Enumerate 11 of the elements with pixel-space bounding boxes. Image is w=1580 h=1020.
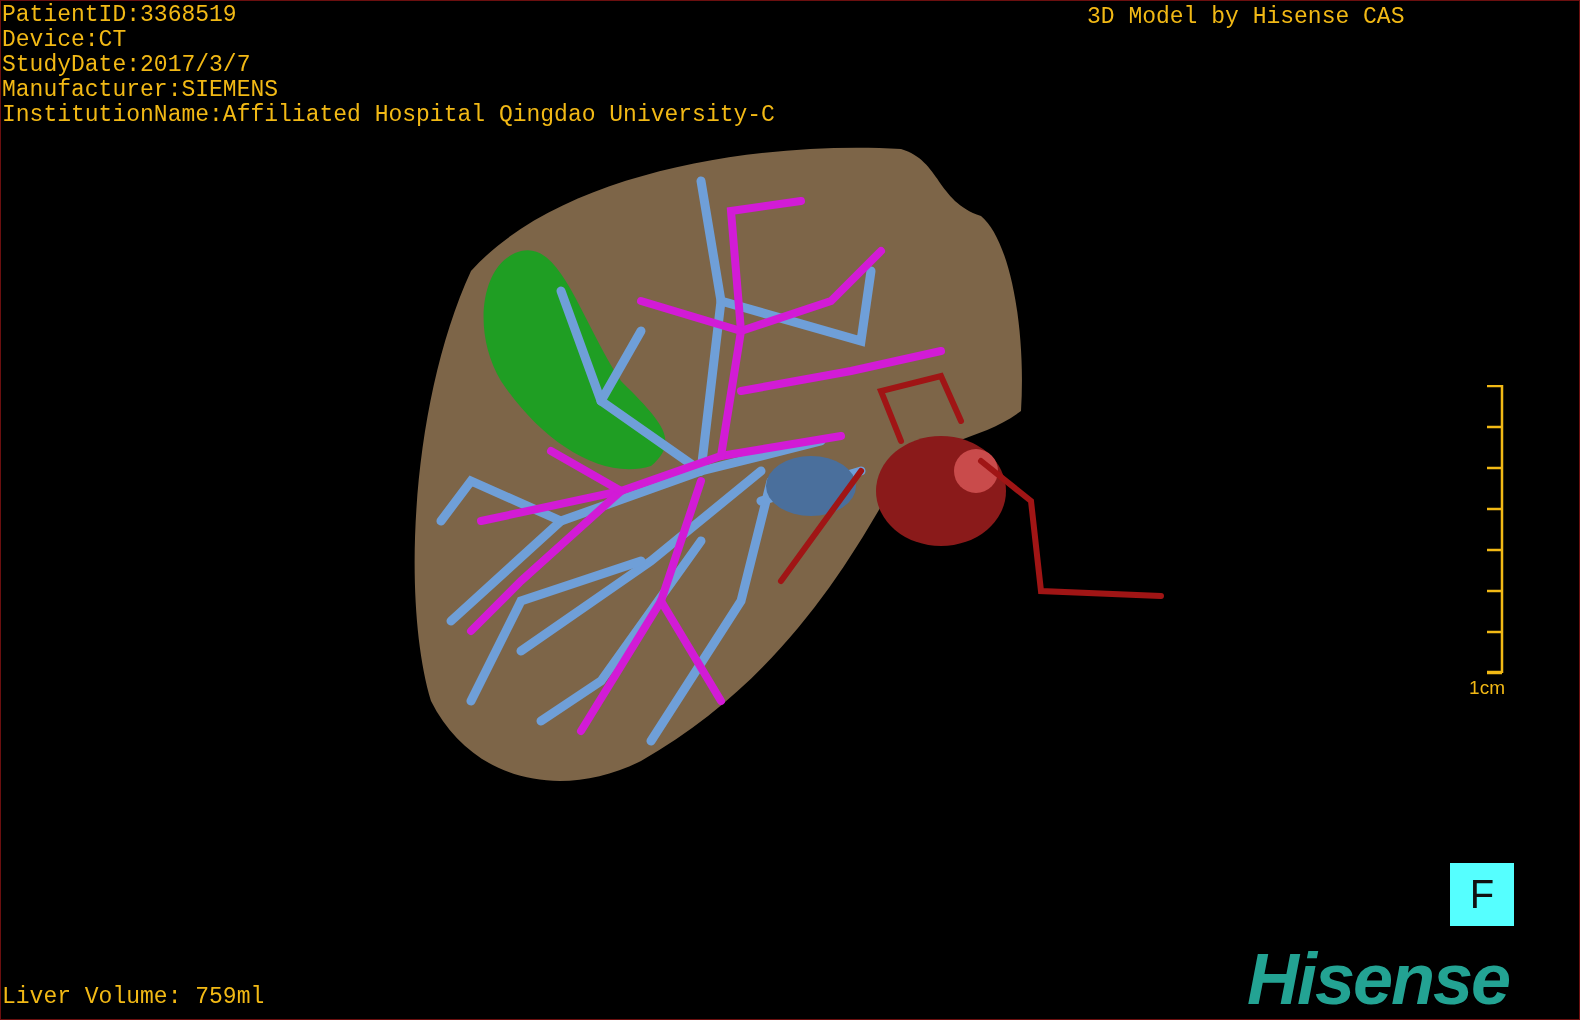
patient-info-text: PatientID:3368519	[2, 3, 237, 28]
patient-info-text: Device:CT	[2, 28, 127, 53]
patient-info-text: Manufacturer:SIEMENS	[2, 78, 279, 103]
patient-info-text: InstitutionName:Affiliated Hospital Qingdao University-C	[2, 103, 775, 128]
patient-info-text: StudyDate:2017/3/7	[2, 53, 251, 78]
scale-bar-label: 1cm	[1469, 677, 1505, 699]
orientation-button[interactable]: F	[1450, 863, 1514, 926]
liver-volume-text: Liver Volume: 759ml	[2, 985, 265, 1010]
scale-bar-icon	[1485, 385, 1505, 675]
brand-logo: Hisense	[1247, 939, 1510, 1019]
model-credit-text: 3D Model by Hisense CAS	[1087, 5, 1405, 30]
